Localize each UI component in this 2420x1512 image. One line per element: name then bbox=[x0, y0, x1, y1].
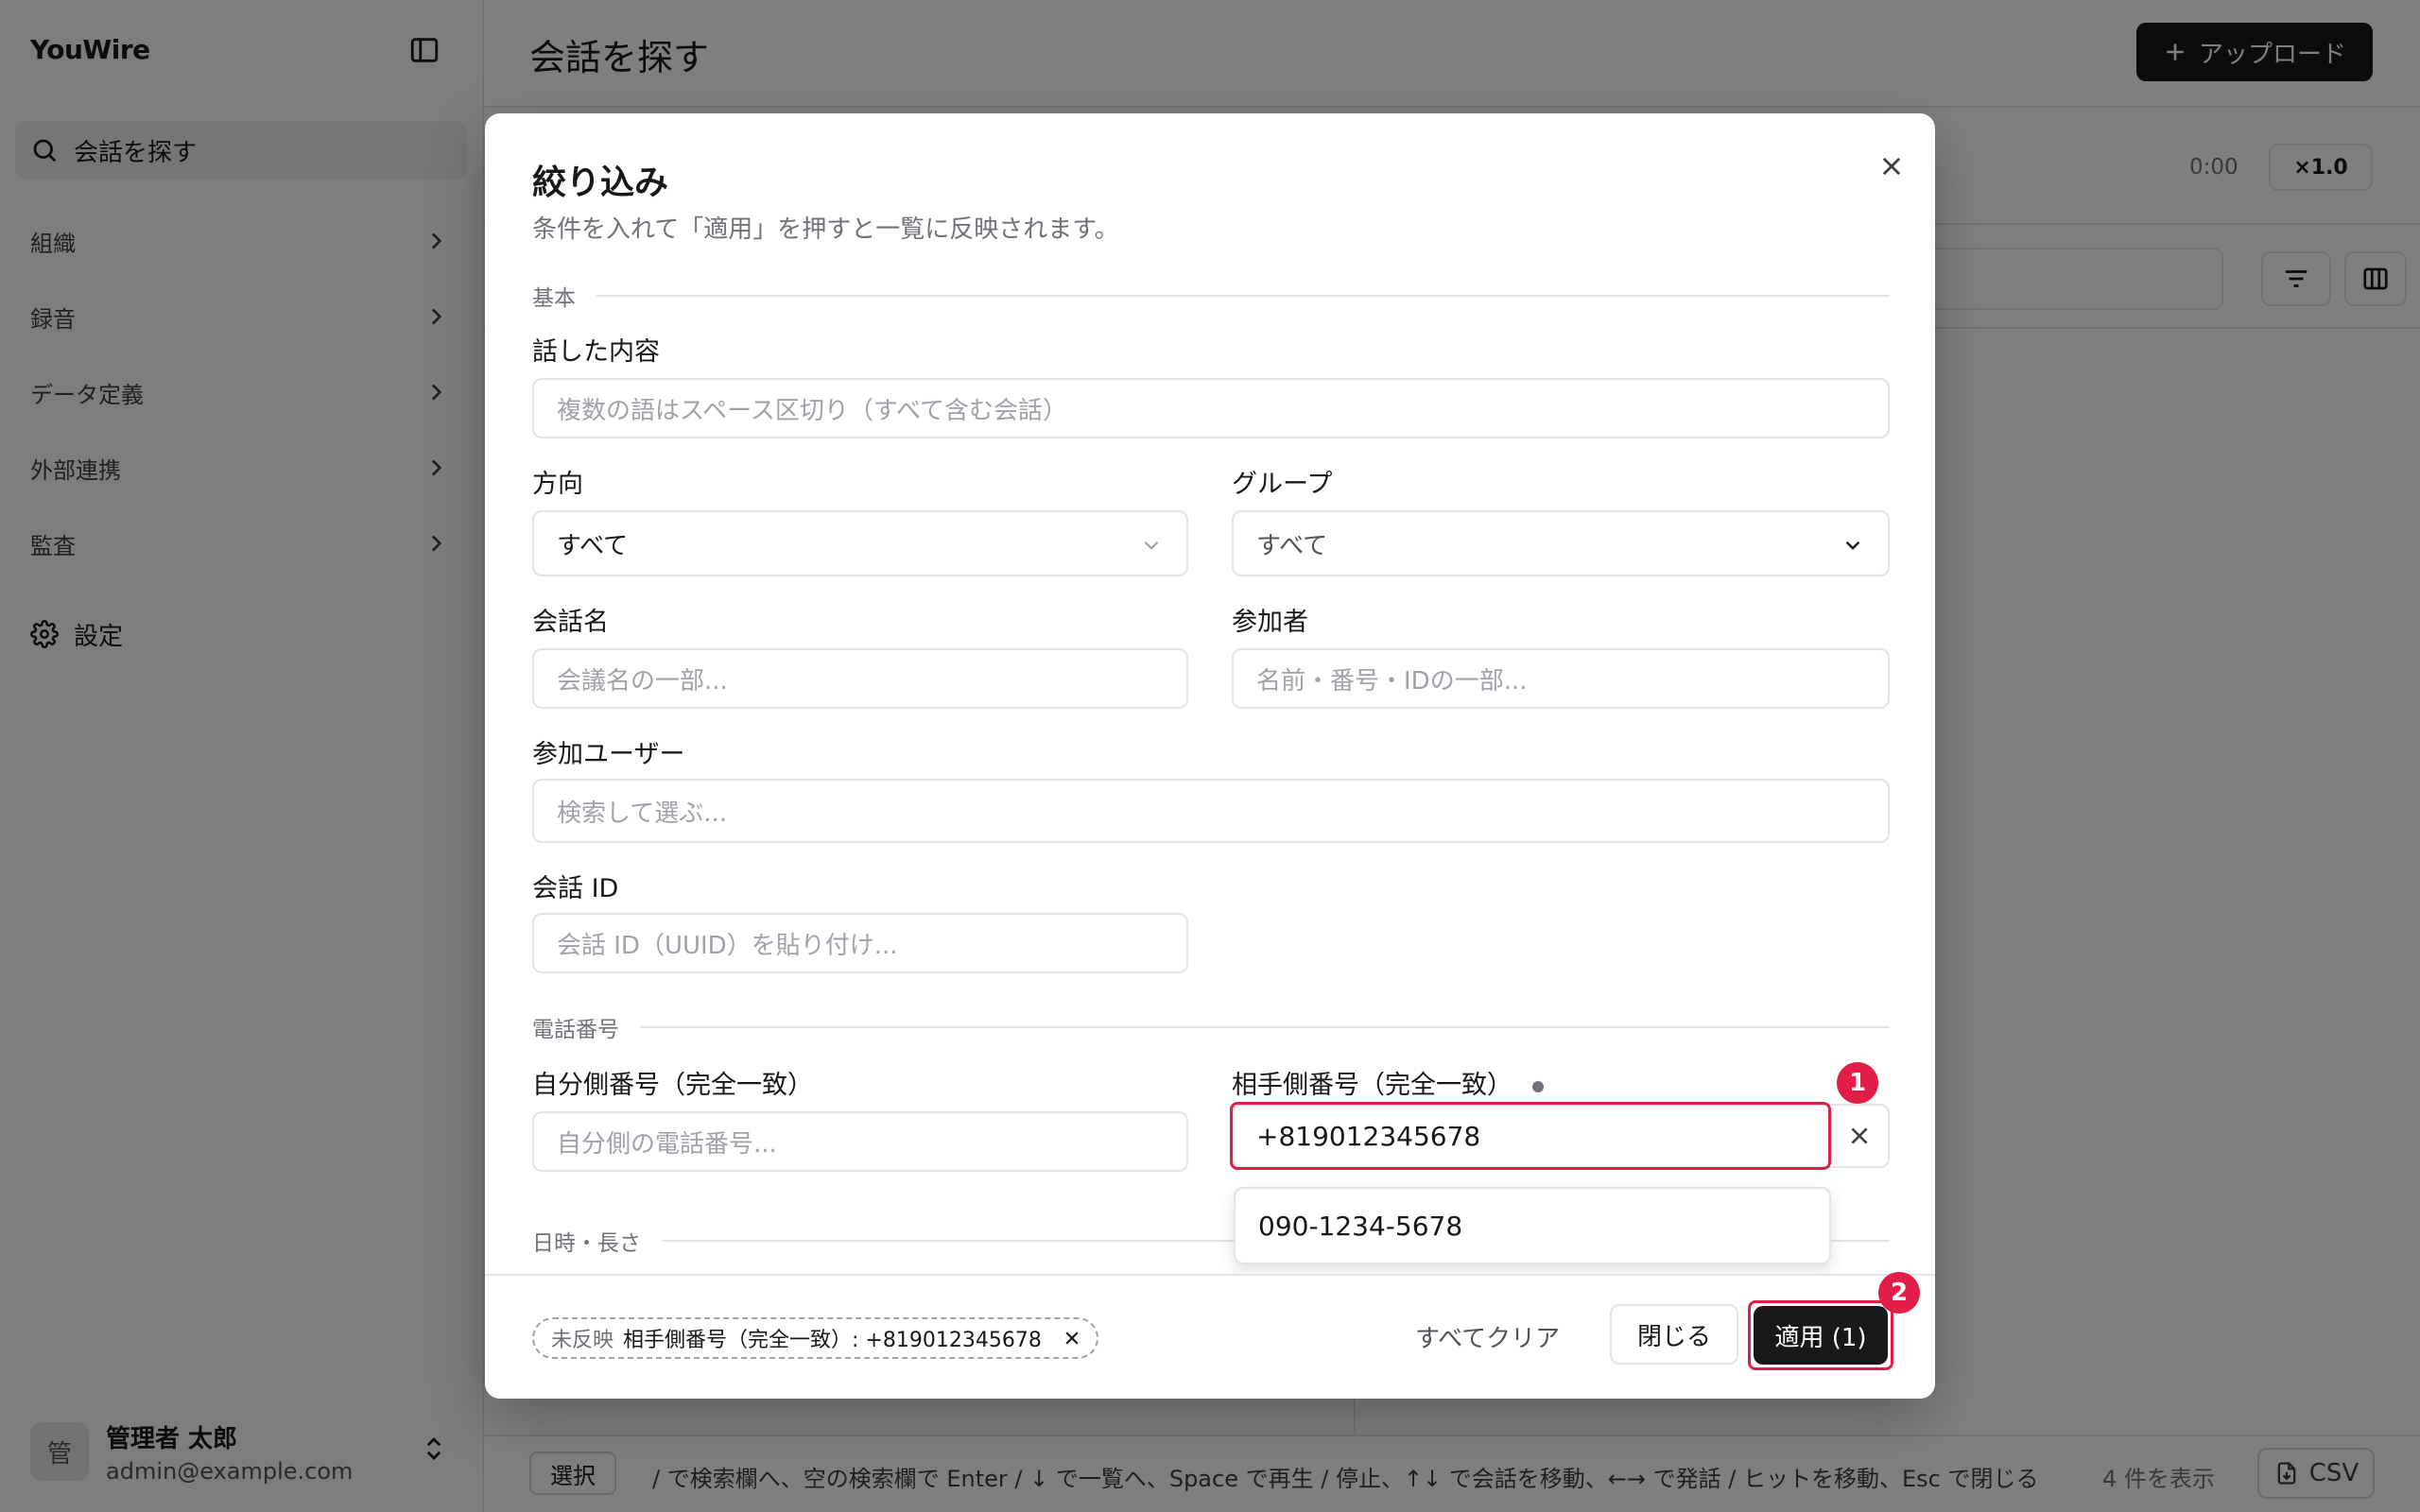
direction-value: すべて bbox=[557, 531, 629, 560]
highlight-annotation-2 bbox=[1748, 1300, 1893, 1370]
participant-user-label: 参加ユーザー bbox=[532, 740, 685, 769]
pending-prefix: 未反映 bbox=[551, 1329, 614, 1352]
group-select[interactable]: すべて bbox=[1232, 510, 1890, 576]
other-phone-label: 相手側番号（完全一致） bbox=[1232, 1071, 1512, 1100]
direction-label: 方向 bbox=[532, 470, 583, 499]
annotation-badge-2: 2 bbox=[1878, 1272, 1920, 1314]
section-label: 電話番号 bbox=[532, 1018, 619, 1042]
chevron-down-icon bbox=[1845, 541, 1860, 550]
conversation-name-label: 会話名 bbox=[532, 608, 609, 637]
direction-select[interactable]: すべて bbox=[532, 510, 1188, 576]
remove-chip-icon[interactable] bbox=[1063, 1329, 1081, 1348]
participant-user-combobox[interactable]: 検索して選ぶ... bbox=[532, 779, 1890, 843]
annotation-badge-1: 1 bbox=[1837, 1062, 1878, 1104]
content-input[interactable]: 複数の語はスペース区切り（すべて含む会話） bbox=[532, 378, 1890, 438]
clear-all-button[interactable]: すべてクリア bbox=[1415, 1319, 1560, 1354]
section-label: 日時・長さ bbox=[532, 1231, 641, 1256]
pending-text: 相手側番号（完全一致）: +819012345678 bbox=[623, 1329, 1042, 1352]
participant-input[interactable]: 名前・番号・IDの一部... bbox=[1232, 648, 1890, 709]
group-label: グループ bbox=[1232, 470, 1333, 499]
chevron-down-icon bbox=[1144, 541, 1159, 550]
own-phone-input[interactable]: 自分側の電話番号... bbox=[532, 1111, 1188, 1172]
section-label: 基本 bbox=[532, 286, 576, 311]
conversation-id-input[interactable]: 会話 ID（UUID）を貼り付け... bbox=[532, 913, 1188, 973]
close-button[interactable]: 閉じる bbox=[1610, 1304, 1738, 1365]
conversation-name-input[interactable]: 会議名の一部... bbox=[532, 648, 1188, 709]
clear-icon[interactable] bbox=[1842, 1119, 1876, 1153]
group-value: すべて bbox=[1256, 531, 1328, 560]
content-label: 話した内容 bbox=[532, 337, 660, 367]
close-icon[interactable] bbox=[1873, 147, 1910, 185]
own-phone-label: 自分側番号（完全一致） bbox=[532, 1071, 813, 1100]
phone-suggestion-item[interactable]: 090-1234-5678 bbox=[1234, 1187, 1831, 1264]
section-phone: 電話番号 bbox=[532, 1011, 1890, 1043]
dialog-title: 絞り込み bbox=[532, 163, 669, 202]
conversation-id-label: 会話 ID bbox=[532, 874, 619, 903]
section-basic: 基本 bbox=[532, 280, 1890, 312]
participant-label: 参加者 bbox=[1232, 608, 1308, 637]
highlight-annotation-1 bbox=[1230, 1102, 1831, 1170]
filter-dialog: 絞り込み 条件を入れて「適用」を押すと一覧に反映されます。 基本 話した内容 複… bbox=[485, 113, 1935, 1399]
dialog-description: 条件を入れて「適用」を押すと一覧に反映されます。 bbox=[532, 215, 1119, 244]
dirty-indicator bbox=[1532, 1081, 1544, 1092]
pending-filter-chip: 未反映 相手側番号（完全一致）: +819012345678 bbox=[532, 1317, 1098, 1359]
dialog-footer: 未反映 相手側番号（完全一致）: +819012345678 すべてクリア 閉じ… bbox=[485, 1274, 1935, 1399]
